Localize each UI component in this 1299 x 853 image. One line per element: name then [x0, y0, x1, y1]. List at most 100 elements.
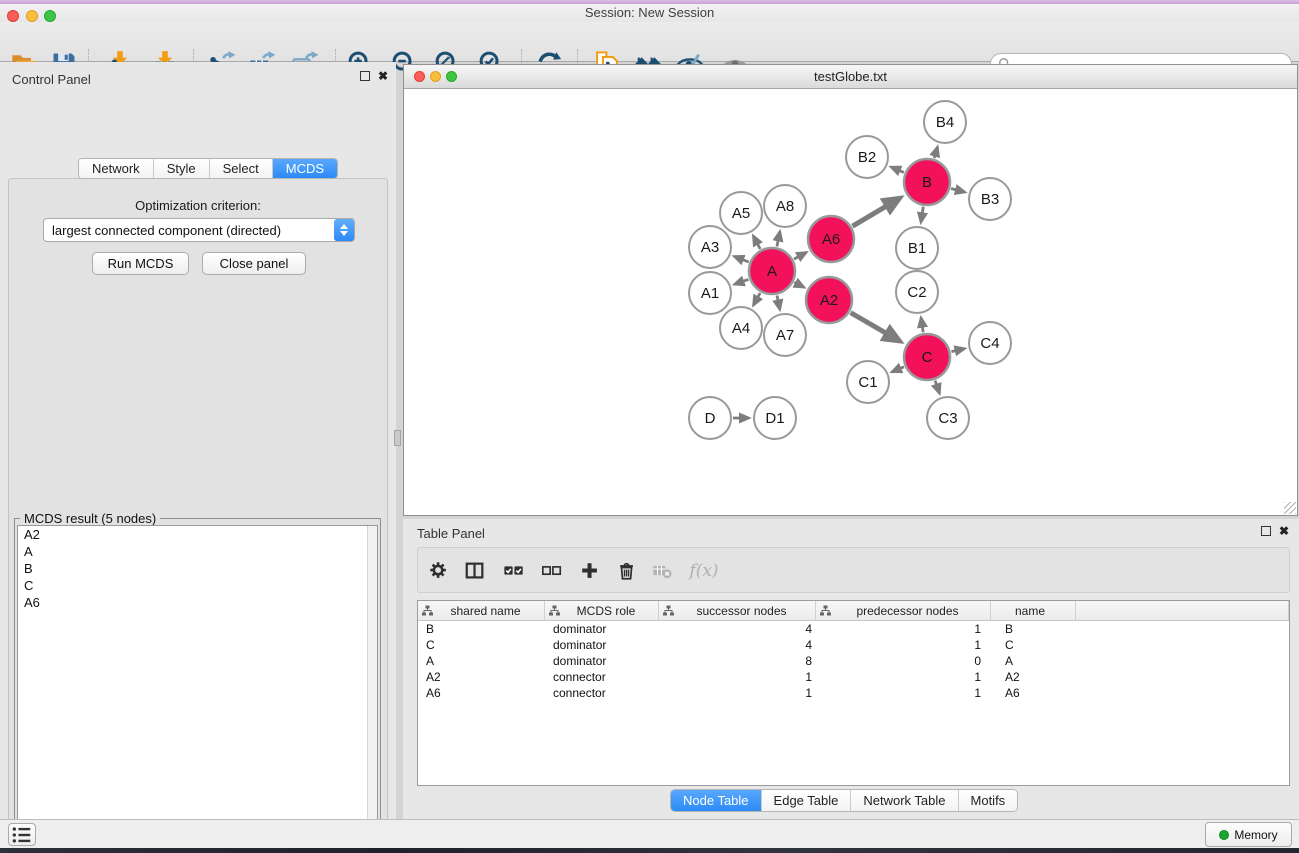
column-header-predecessor-nodes[interactable]: predecessor nodes: [816, 601, 991, 620]
node-C1[interactable]: C1: [847, 361, 889, 403]
table-cell[interactable]: A6: [991, 686, 1076, 700]
edge-C-C1[interactable]: [892, 367, 904, 372]
node-A[interactable]: A: [749, 248, 795, 294]
task-history-button[interactable]: [8, 823, 36, 846]
control-panel-float-icon[interactable]: [360, 71, 370, 81]
node-B[interactable]: B: [904, 159, 950, 205]
edge-C-C4[interactable]: [951, 349, 964, 352]
tab-node-table[interactable]: Node Table: [671, 790, 762, 811]
table-row[interactable]: A2connector11A2: [418, 669, 1289, 685]
create-column-button[interactable]: [578, 558, 602, 584]
node-C4[interactable]: C4: [969, 322, 1011, 364]
node-A6[interactable]: A6: [808, 216, 854, 262]
edge-A-A6[interactable]: [794, 252, 806, 259]
edge-A-A3[interactable]: [734, 256, 749, 262]
table-cell[interactable]: dominator: [545, 638, 659, 652]
result-list-item[interactable]: A2: [18, 526, 377, 543]
result-list-scrollbar[interactable]: [367, 526, 377, 853]
edge-A2-C[interactable]: [851, 313, 901, 342]
edge-B-B2[interactable]: [891, 167, 904, 172]
table-cell[interactable]: C: [991, 638, 1076, 652]
result-list-item[interactable]: A6: [18, 594, 377, 611]
table-cell[interactable]: A: [991, 654, 1076, 668]
node-C3[interactable]: C3: [927, 397, 969, 439]
control-panel-close-icon[interactable]: ✖: [378, 71, 388, 81]
column-header-successor-nodes[interactable]: successor nodes: [659, 601, 816, 620]
node-A7[interactable]: A7: [764, 314, 806, 356]
edge-A-A8[interactable]: [777, 232, 780, 247]
edge-B-B1[interactable]: [921, 207, 923, 223]
close-panel-button[interactable]: Close panel: [202, 252, 306, 275]
table-cell[interactable]: 1: [816, 638, 991, 652]
node-A1[interactable]: A1: [689, 272, 731, 314]
column-header-name[interactable]: name: [991, 601, 1076, 620]
tab-edge-table[interactable]: Edge Table: [762, 790, 852, 811]
panel-divider-handle[interactable]: [394, 430, 401, 446]
result-list-item[interactable]: A: [18, 543, 377, 560]
tab-select[interactable]: Select: [210, 159, 273, 178]
table-cell[interactable]: 1: [659, 670, 816, 684]
network-canvas[interactable]: AA1A2A3A4A5A6A7A8BB1B2B3B4CC1C2C3C4DD1: [404, 89, 1297, 515]
table-row[interactable]: Bdominator41B: [418, 621, 1289, 637]
criterion-dropdown[interactable]: largest connected component (directed): [43, 218, 355, 242]
unselect-all-columns-button[interactable]: [540, 558, 564, 584]
table-cell[interactable]: 4: [659, 638, 816, 652]
table-row[interactable]: Adominator80A: [418, 653, 1289, 669]
node-B1[interactable]: B1: [896, 227, 938, 269]
table-options-button[interactable]: [427, 558, 451, 584]
node-A4[interactable]: A4: [720, 307, 762, 349]
result-list-item[interactable]: C: [18, 577, 377, 594]
node-C[interactable]: C: [904, 334, 950, 380]
node-D1[interactable]: D1: [754, 397, 796, 439]
tab-style[interactable]: Style: [154, 159, 210, 178]
delete-table-button[interactable]: [651, 558, 675, 584]
tab-mcds[interactable]: MCDS: [273, 159, 337, 178]
table-cell[interactable]: connector: [545, 670, 659, 684]
column-header-shared-name[interactable]: shared name: [418, 601, 545, 620]
table-cell[interactable]: dominator: [545, 622, 659, 636]
network-graph[interactable]: AA1A2A3A4A5A6A7A8BB1B2B3B4CC1C2C3C4DD1: [404, 89, 1297, 515]
node-A5[interactable]: A5: [720, 192, 762, 234]
node-A2[interactable]: A2: [806, 277, 852, 323]
run-mcds-button[interactable]: Run MCDS: [92, 252, 189, 275]
window-resize-grip[interactable]: [1284, 502, 1296, 514]
table-cell[interactable]: 8: [659, 654, 816, 668]
edge-C-C3[interactable]: [935, 381, 939, 394]
node-B4[interactable]: B4: [924, 101, 966, 143]
table-cell[interactable]: 4: [659, 622, 816, 636]
table-cell[interactable]: 1: [816, 686, 991, 700]
edge-B-B3[interactable]: [951, 189, 965, 193]
table-cell[interactable]: 0: [816, 654, 991, 668]
table-cell[interactable]: B: [991, 622, 1076, 636]
table-cell[interactable]: dominator: [545, 654, 659, 668]
table-row[interactable]: Cdominator41C: [418, 637, 1289, 653]
column-header-MCDS-role[interactable]: MCDS role: [545, 601, 659, 620]
edge-B-B4[interactable]: [934, 147, 937, 158]
edge-A-A7[interactable]: [777, 296, 780, 310]
edge-A-A5[interactable]: [753, 236, 760, 249]
tab-network[interactable]: Network: [79, 159, 154, 178]
result-list-item[interactable]: B: [18, 560, 377, 577]
tab-motifs[interactable]: Motifs: [959, 790, 1018, 811]
select-all-columns-button[interactable]: [502, 558, 526, 584]
edge-C-C2[interactable]: [921, 318, 923, 333]
node-A8[interactable]: A8: [764, 185, 806, 227]
show-columns-button[interactable]: [463, 558, 487, 584]
table-cell[interactable]: A: [418, 654, 545, 668]
node-C2[interactable]: C2: [896, 271, 938, 313]
table-cell[interactable]: 1: [659, 686, 816, 700]
mcds-result-list[interactable]: A2ABCA6: [17, 525, 378, 853]
node-D[interactable]: D: [689, 397, 731, 439]
table-cell[interactable]: C: [418, 638, 545, 652]
table-cell[interactable]: A2: [991, 670, 1076, 684]
table-panel-float-icon[interactable]: [1261, 526, 1271, 536]
edge-A-A2[interactable]: [794, 282, 804, 287]
node-A3[interactable]: A3: [689, 226, 731, 268]
function-builder-button[interactable]: f(x): [692, 558, 716, 584]
edge-A-A1[interactable]: [735, 279, 749, 284]
table-panel-close-icon[interactable]: ✖: [1279, 526, 1289, 536]
tab-network-table[interactable]: Network Table: [851, 790, 958, 811]
table-cell[interactable]: B: [418, 622, 545, 636]
table-cell[interactable]: A6: [418, 686, 545, 700]
dropdown-spinner-icon[interactable]: [334, 219, 354, 241]
